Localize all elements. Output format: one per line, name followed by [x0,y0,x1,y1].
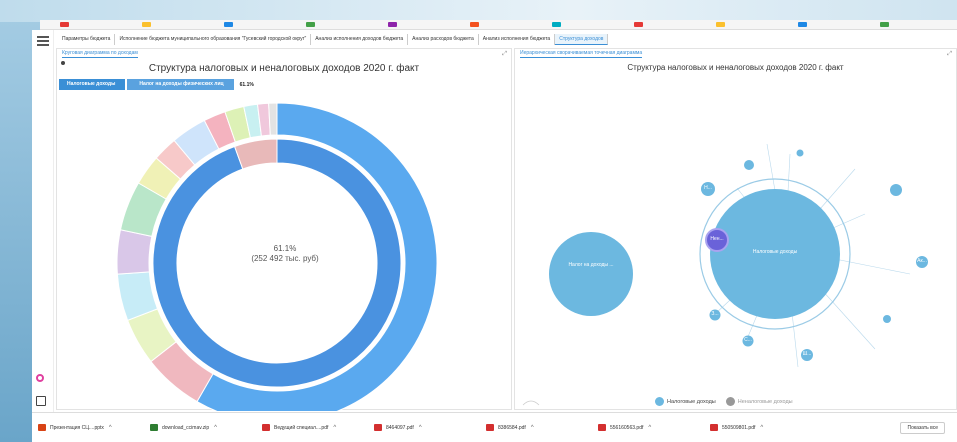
tab-expense-analysis[interactable]: Анализ расходов бюджета [408,34,479,45]
zip-file-icon [150,424,158,431]
bookmark-icon[interactable] [798,22,807,27]
bookmark-icon[interactable] [142,22,151,27]
donut-title: Структура налоговых и неналоговых доходо… [148,63,420,74]
download-item[interactable]: 8464097.pdf ^ [374,424,486,431]
bookmark-icon[interactable] [716,22,725,27]
chevron-up-icon[interactable]: ^ [531,425,534,431]
ppt-file-icon [38,424,46,431]
bubble-ndfl-label: Налог на доходы ... [568,262,614,268]
bubble-tax-label: Налоговые доходы [752,249,798,255]
chevron-up-icon[interactable]: ^ [214,425,217,431]
bubble-small[interactable] [796,149,804,157]
breadcrumb: Налоговые доходы Налог на доходы физичес… [59,79,254,90]
download-name: download_ccimav.zip [162,424,210,431]
bookmark-icon[interactable] [552,22,561,27]
tab-execution[interactable]: Исполнение бюджета муниципального образо… [115,34,312,45]
outer-segment[interactable] [268,102,278,136]
bubble-chart [522,143,928,406]
legend-label: Неналоговые доходы [737,398,793,405]
bookmark-icon[interactable] [470,22,479,27]
bookmark-icon[interactable] [388,22,397,27]
download-name: 550509801.pdf [722,424,756,431]
sidebar [32,30,54,412]
menu-icon[interactable] [37,36,49,46]
tab-params[interactable]: Параметры бюджета [58,34,116,45]
download-name: 8386584.pdf [498,424,526,431]
tab-income-analysis[interactable]: Анализ исполнения доходов бюджета [311,34,409,45]
legend-swatch [725,397,735,406]
circle-icon[interactable] [36,374,44,382]
download-name: 556160563.pdf [610,424,644,431]
chevron-up-icon[interactable]: ^ [333,425,336,431]
legend-label: Налоговые доходы [667,398,716,405]
download-item[interactable]: download_ccimav.zip ^ [150,424,262,431]
bubble-non-tax-label: Нен... [710,236,724,242]
bubble-small[interactable] [883,315,891,323]
bubble-label-small: Н... [704,185,712,191]
bubble-ndfl[interactable] [549,232,633,316]
pdf-file-icon [262,424,270,431]
bubble-small[interactable] [744,160,754,170]
inner-segment-tax[interactable] [152,138,402,388]
pdf-file-icon [374,424,382,431]
breadcrumb-ndfl[interactable]: Налог на доходы физических лиц [127,79,234,90]
download-name: Ведущий специал....pdf [274,424,329,431]
bookmarks-bar [40,20,957,30]
legend-swatch [655,397,664,406]
app-window: Параметры бюджета Исполнение бюджета мун… [32,30,957,412]
pdf-file-icon [710,424,718,431]
bookmark-icon[interactable] [60,22,69,27]
bubble-label-small: С... [744,337,752,343]
chevron-up-icon[interactable]: ^ [648,425,651,431]
expand-icon[interactable]: ⤢ [502,51,507,58]
donut-panel-tab[interactable]: Круговая диаграмма по доходам [62,50,138,58]
inner-ring [152,138,402,388]
chevron-up-icon[interactable]: ^ [109,425,112,431]
download-name: Презентация СЦ....pptx [50,424,104,431]
tab-income-structure[interactable]: Структура доходов [555,34,609,45]
tab-bar: Параметры бюджета Исполнение бюджета мун… [58,34,609,46]
browser-top [0,0,957,22]
download-item[interactable]: 556160563.pdf ^ [598,424,710,431]
legend-item-non-tax[interactable]: Неналоговые доходы [725,397,793,406]
chevron-up-icon[interactable]: ^ [760,425,763,431]
bubble-small[interactable] [890,184,902,196]
bubble-label-small: З... [711,311,719,317]
breadcrumb-percent: 61.1% [239,81,254,88]
bookmark-icon[interactable] [224,22,233,27]
bubble-legend: Налоговые доходы Неналоговые доходы [655,397,803,406]
breadcrumb-tax-income[interactable]: Налоговые доходы [59,79,126,90]
download-item[interactable]: 8386584.pdf ^ [486,424,598,431]
resize-handle[interactable] [522,400,540,406]
legend-item-tax[interactable]: Налоговые доходы [655,397,716,406]
bookmark-icon[interactable] [306,22,315,27]
download-item[interactable]: 550509801.pdf ^ [710,424,822,431]
bookmark-icon[interactable] [880,22,889,27]
bubble-label-small: Ш... [802,351,812,357]
bubble-panel: Иерархическая сворачиваемая точечная диа… [514,48,957,410]
download-item[interactable]: Ведущий специал....pdf ^ [262,424,374,431]
downloads-bar: Презентация СЦ....pptx ^ download_ccimav.z… [32,412,957,442]
donut-center-percent: 61.1% [273,244,297,253]
download-name: 8464097.pdf [386,424,414,431]
pdf-file-icon [486,424,494,431]
show-all-button[interactable]: Показать все [900,422,945,434]
exit-icon[interactable] [36,396,46,406]
inner-segment-other[interactable] [233,138,278,170]
pdf-file-icon [598,424,606,431]
bookmark-icon[interactable] [634,22,643,27]
donut-panel: Круговая диаграмма по доходам ⤢ Структур… [56,48,512,411]
tab-budget-analysis[interactable]: Анализ исполнения бюджета [479,34,556,45]
download-item[interactable]: Презентация СЦ....pptx ^ [38,424,150,431]
donut-center-value: (252 492 тыс. руб) [251,254,319,263]
chevron-up-icon[interactable]: ^ [419,425,422,431]
bubble-label-small: Ак... [917,258,927,264]
